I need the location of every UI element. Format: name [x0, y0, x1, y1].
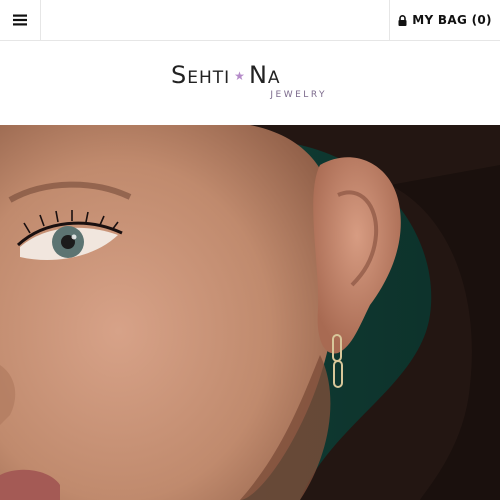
star-icon: ★ — [234, 69, 245, 83]
logo-word-sehti: Sehti — [171, 61, 231, 89]
logo-tagline: JEWELRY — [270, 90, 327, 100]
hamburger-menu-icon — [13, 14, 27, 26]
hero-image — [0, 125, 500, 500]
brand-logo[interactable]: Sehti ★ Na JEWELRY — [0, 41, 500, 125]
my-bag-button[interactable]: MY BAG (0) — [389, 0, 500, 40]
logo-word-na: Na — [248, 61, 281, 89]
hero-photo-illustration — [0, 125, 500, 500]
my-bag-label: MY BAG (0) — [412, 13, 492, 27]
menu-button[interactable] — [0, 0, 41, 40]
top-navigation-bar: MY BAG (0) — [0, 0, 500, 41]
lock-icon — [398, 14, 407, 26]
logo-wordmark: Sehti ★ Na JEWELRY — [171, 59, 331, 107]
